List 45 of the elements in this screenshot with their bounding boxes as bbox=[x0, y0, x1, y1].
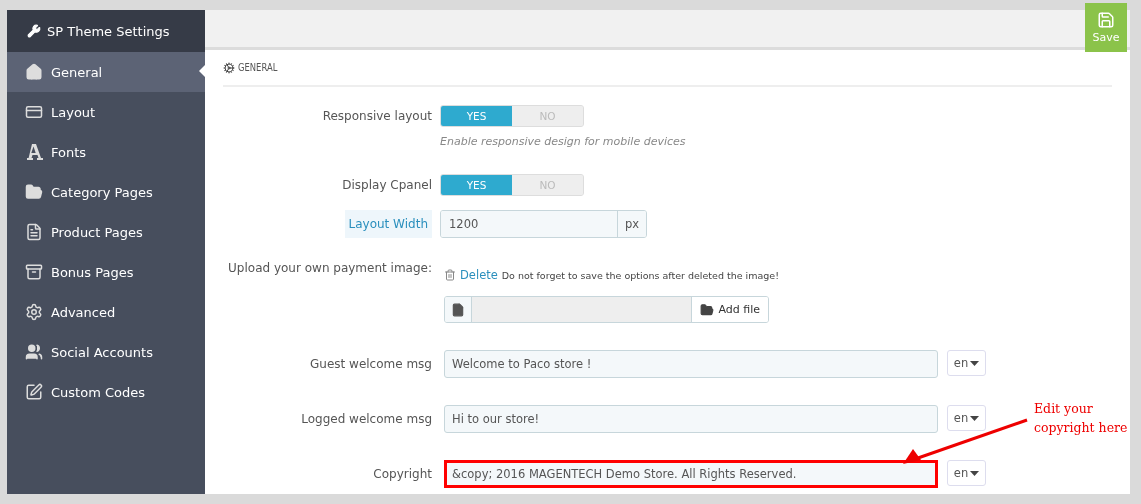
sidebar-item[interactable]: Bonus Pages bbox=[7, 252, 205, 292]
gears-icon bbox=[223, 61, 235, 74]
unit-addon: px bbox=[617, 211, 646, 237]
field-hint: Enable responsive design for mobile devices bbox=[440, 135, 686, 148]
sidebar-item[interactable]: Product Pages bbox=[7, 212, 205, 252]
text-input[interactable]: Welcome to Paco store ! bbox=[444, 350, 938, 378]
caret-icon bbox=[970, 415, 980, 421]
sidebar-title: SP Theme Settings bbox=[47, 23, 170, 39]
folder-icon bbox=[25, 183, 43, 201]
text-input[interactable]: Hi to our store! bbox=[444, 405, 938, 433]
annotation-note: Edit your copyright here bbox=[1034, 400, 1128, 437]
card-icon bbox=[25, 103, 43, 121]
caret-icon bbox=[970, 470, 980, 476]
users-icon bbox=[25, 343, 43, 361]
field-label: Upload your own payment image: bbox=[228, 260, 432, 276]
home-icon bbox=[25, 63, 43, 81]
sidebar-item[interactable]: Social Accounts bbox=[7, 332, 205, 372]
delete-note: Do not forget to save the options after deleted the image! bbox=[501, 269, 779, 281]
field-label: Logged welcome msg bbox=[301, 411, 432, 428]
delete-link[interactable]: Delete bbox=[460, 268, 498, 282]
sidebar-item[interactable]: Fonts bbox=[7, 132, 205, 172]
trash-icon bbox=[444, 269, 456, 281]
language-dropdown[interactable]: en bbox=[947, 350, 986, 376]
archive-icon bbox=[25, 263, 43, 281]
text-input[interactable]: &copy; 2016 MAGENTECH Demo Store. All Rights Reserved. bbox=[444, 460, 938, 488]
field-label: Responsive layout bbox=[322, 108, 432, 125]
sidebar-item[interactable]: Custom Codes bbox=[7, 372, 205, 412]
sidebar-item[interactable]: Category Pages bbox=[7, 172, 205, 212]
wrench-icon bbox=[27, 24, 41, 38]
field-label: Copyright bbox=[373, 466, 432, 483]
language-dropdown[interactable]: en bbox=[947, 405, 986, 431]
font-icon bbox=[25, 144, 43, 160]
sidebar-item[interactable]: Advanced bbox=[7, 292, 205, 332]
field-label: Guest welcome msg bbox=[310, 356, 432, 373]
field-label: Display Cpanel bbox=[342, 177, 432, 194]
file-icon bbox=[25, 223, 43, 241]
width-input[interactable]: 1200 bbox=[441, 211, 617, 237]
section-title: GENERAL bbox=[238, 61, 278, 74]
language-dropdown[interactable]: en bbox=[947, 460, 986, 486]
sidebar-item[interactable]: General bbox=[7, 52, 205, 92]
field-label: Layout Width bbox=[344, 210, 432, 238]
sidebar-item[interactable]: Layout bbox=[7, 92, 205, 132]
caret-icon bbox=[970, 360, 980, 366]
gear-icon bbox=[25, 303, 43, 321]
edit-icon bbox=[25, 383, 43, 401]
